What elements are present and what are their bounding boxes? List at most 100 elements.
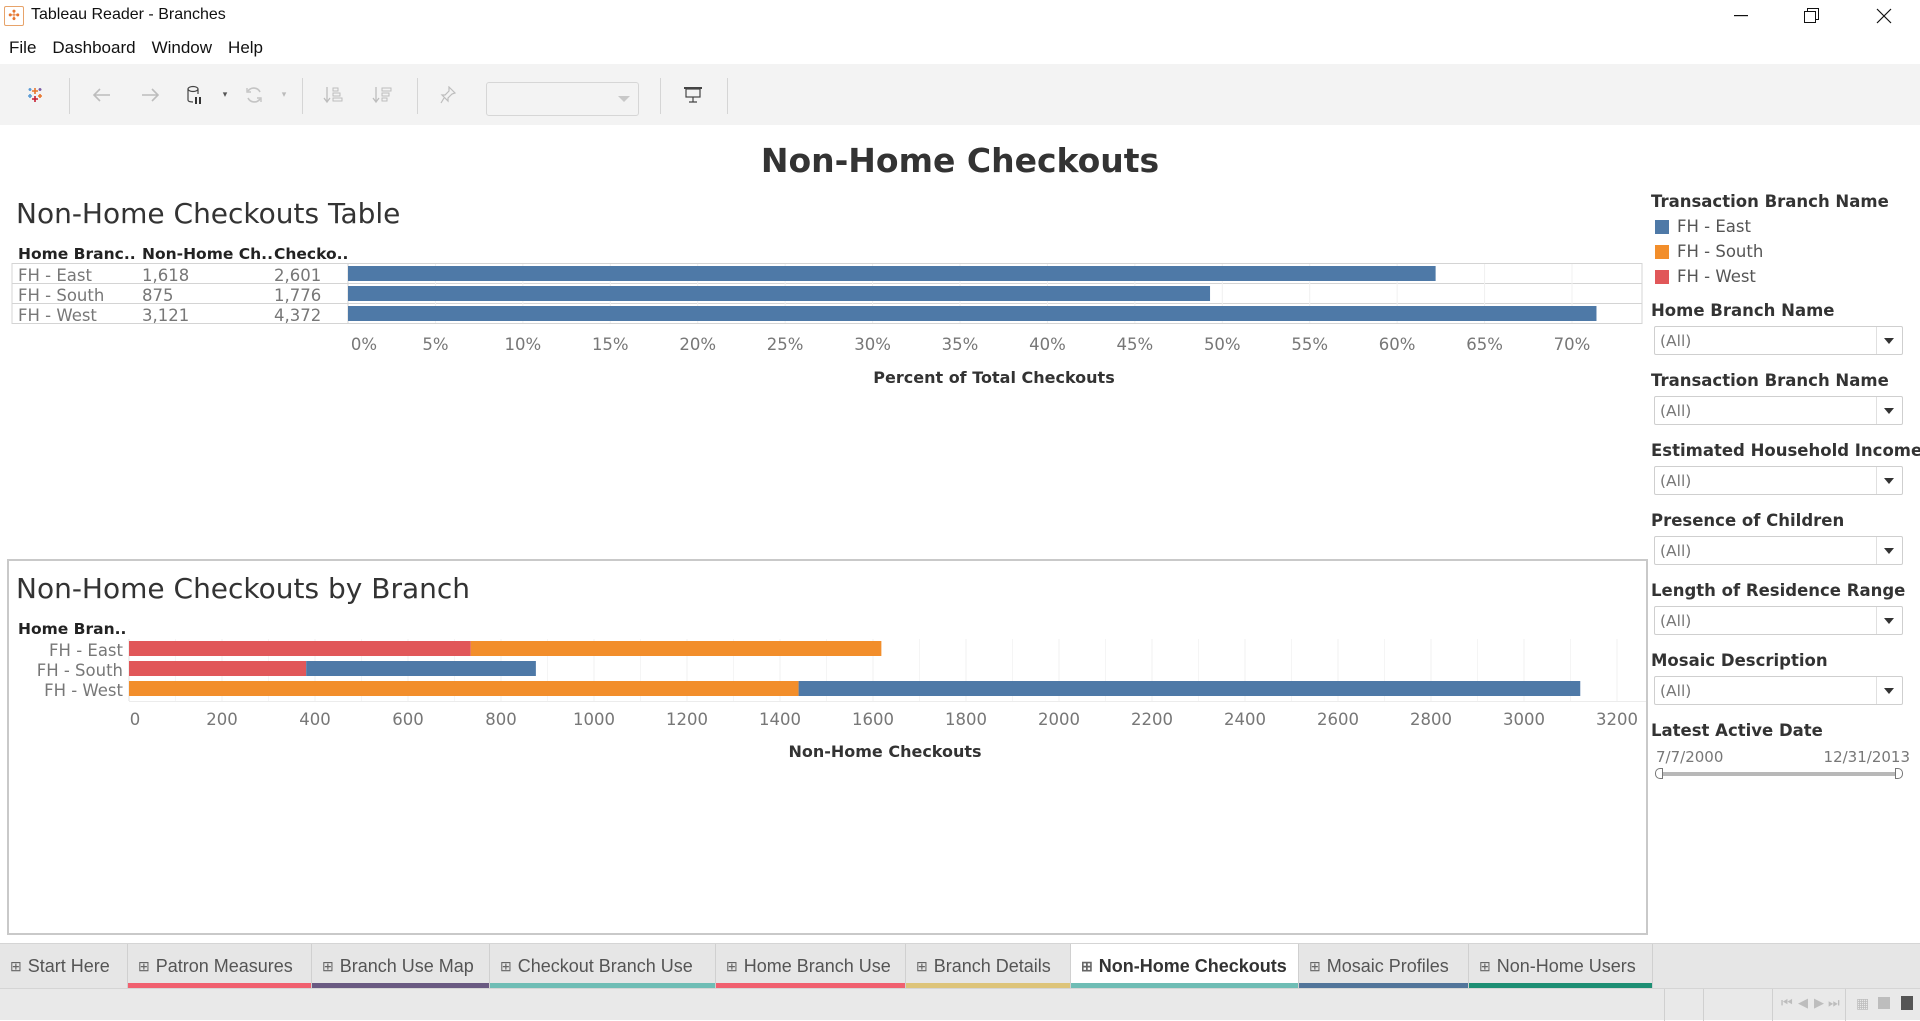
legend-label: FH - West bbox=[1677, 267, 1756, 286]
date-range-end: 12/31/2013 bbox=[1823, 748, 1910, 766]
next-sheet-icon[interactable]: ▶ bbox=[1814, 996, 1824, 1011]
legend-item-fh-west[interactable]: FH - West bbox=[1655, 267, 1756, 286]
date-range-slider-track[interactable] bbox=[1658, 772, 1900, 776]
cell-non-home[interactable]: 3,121 bbox=[142, 306, 189, 325]
sort-descending-button[interactable] bbox=[369, 80, 395, 110]
last-sheet-icon[interactable]: ⏭ bbox=[1828, 996, 1840, 1011]
x-tick-label: 2800 bbox=[1410, 710, 1452, 729]
dashboard-icon: ⊞ bbox=[916, 957, 928, 974]
cell-checkouts[interactable]: 1,776 bbox=[274, 286, 321, 305]
cell-checkouts[interactable]: 4,372 bbox=[274, 306, 321, 325]
filter-title-length-of-residence: Length of Residence Range bbox=[1651, 581, 1906, 600]
legend-label: FH - South bbox=[1677, 242, 1764, 261]
legend-item-fh-east[interactable]: FH - East bbox=[1655, 217, 1751, 236]
filter-mosaic-description-dropdown[interactable]: (All) bbox=[1654, 676, 1903, 705]
legend-title: Transaction Branch Name bbox=[1651, 192, 1889, 211]
forward-button[interactable] bbox=[136, 80, 164, 110]
menu-dashboard[interactable]: Dashboard bbox=[52, 38, 135, 58]
tab-non-home-checkouts[interactable]: ⊞ Non-Home Checkouts bbox=[1071, 944, 1299, 988]
pause-updates-button[interactable] bbox=[184, 80, 206, 110]
segment-fh-east-fh-west[interactable] bbox=[129, 641, 471, 656]
tab-non-home-users[interactable]: ⊞ Non-Home Users bbox=[1469, 944, 1653, 988]
restore-button[interactable] bbox=[1779, 0, 1845, 32]
first-sheet-icon[interactable]: ⏮ bbox=[1781, 996, 1793, 1011]
back-button[interactable] bbox=[88, 80, 116, 110]
chevron-down-icon bbox=[1884, 408, 1894, 414]
x-tick-label: 3200 bbox=[1596, 710, 1638, 729]
close-button[interactable] bbox=[1851, 0, 1917, 32]
tab-checkout-branch-use[interactable]: ⊞ Checkout Branch Use bbox=[490, 944, 716, 988]
tab-label: Mosaic Profiles bbox=[1326, 955, 1449, 976]
x-tick-label: 600 bbox=[392, 710, 424, 729]
title-bar: ✣ Tableau Reader - Branches bbox=[0, 0, 1920, 32]
menu-file[interactable]: File bbox=[9, 38, 36, 58]
tab-start-here[interactable]: ⊞ Start Here bbox=[0, 944, 128, 988]
segment-fh-south-fh-east[interactable] bbox=[306, 661, 536, 676]
refresh-button[interactable] bbox=[242, 80, 266, 110]
x-tick-label: 70% bbox=[1553, 335, 1591, 354]
bar-fh-west[interactable] bbox=[348, 306, 1597, 321]
chevron-down-icon bbox=[1884, 338, 1894, 344]
cell-branch[interactable]: FH - East bbox=[18, 266, 92, 285]
date-range-start-handle[interactable] bbox=[1655, 768, 1663, 779]
legend-label: FH - East bbox=[1677, 217, 1751, 236]
cell-branch[interactable]: FH - West bbox=[18, 306, 97, 325]
chevron-down-icon bbox=[1884, 548, 1894, 554]
tabs-view-icon[interactable] bbox=[1901, 996, 1913, 1010]
chevron-down-icon bbox=[1884, 618, 1894, 624]
sheet-tabs: ⊞ Start Here ⊞ Patron Measures ⊞ Branch Use M… bbox=[0, 943, 1920, 988]
tableau-logo-button[interactable] bbox=[20, 80, 50, 110]
minimize-button[interactable] bbox=[1708, 0, 1774, 32]
presentation-mode-button[interactable] bbox=[680, 80, 706, 110]
cell-non-home[interactable]: 1,618 bbox=[142, 266, 189, 285]
dropdown-value: (All) bbox=[1660, 472, 1692, 490]
x-tick-label: 2400 bbox=[1224, 710, 1266, 729]
bar-fh-south[interactable] bbox=[348, 286, 1211, 301]
column-header-non-home-checkouts[interactable]: Non-Home Ch.. bbox=[142, 245, 273, 263]
segment-fh-south-fh-west[interactable] bbox=[129, 661, 307, 676]
tab-branch-details[interactable]: ⊞ Branch Details bbox=[906, 944, 1071, 988]
cell-checkouts[interactable]: 2,601 bbox=[274, 266, 321, 285]
menu-help[interactable]: Help bbox=[228, 38, 263, 58]
date-range-start: 7/7/2000 bbox=[1656, 748, 1724, 766]
filter-title-household-income: Estimated Household Income bbox=[1651, 441, 1920, 460]
tab-label: Checkout Branch Use bbox=[517, 955, 693, 976]
segment-fh-east-fh-south[interactable] bbox=[470, 641, 882, 656]
toolbar-dropdown[interactable] bbox=[486, 82, 639, 116]
dropdown-value: (All) bbox=[1660, 332, 1692, 350]
segment-fh-west-fh-south[interactable] bbox=[129, 681, 799, 696]
filter-presence-of-children-dropdown[interactable]: (All) bbox=[1654, 536, 1903, 565]
previous-sheet-icon[interactable]: ◀ bbox=[1798, 996, 1808, 1011]
sheet-sorter-icon[interactable]: ▦ bbox=[1856, 996, 1869, 1012]
tab-mosaic-profiles[interactable]: ⊞ Mosaic Profiles bbox=[1299, 944, 1469, 988]
column-header-checkouts[interactable]: Checko.. bbox=[274, 245, 348, 263]
bar-fh-east[interactable] bbox=[348, 266, 1436, 281]
filter-household-income-dropdown[interactable]: (All) bbox=[1654, 466, 1903, 495]
filter-home-branch-dropdown[interactable]: (All) bbox=[1654, 326, 1903, 355]
dropdown-value: (All) bbox=[1660, 682, 1692, 700]
sort-descending-icon bbox=[372, 87, 392, 104]
x-tick-label: 1800 bbox=[945, 710, 987, 729]
tab-patron-measures[interactable]: ⊞ Patron Measures bbox=[128, 944, 312, 988]
cell-branch[interactable]: FH - South bbox=[18, 286, 104, 305]
tab-branch-use-map[interactable]: ⊞ Branch Use Map bbox=[312, 944, 490, 988]
cell-non-home[interactable]: 875 bbox=[142, 286, 174, 305]
filmstrip-icon[interactable] bbox=[1878, 997, 1890, 1009]
column-header-home-branch[interactable]: Home Branc.. bbox=[18, 245, 136, 263]
tab-home-branch-use[interactable]: ⊞ Home Branch Use bbox=[716, 944, 906, 988]
chevron-down-icon bbox=[1884, 688, 1894, 694]
filter-length-of-residence-dropdown[interactable]: (All) bbox=[1654, 606, 1903, 635]
x-tick-label: 1000 bbox=[573, 710, 615, 729]
tab-label: Branch Details bbox=[933, 955, 1051, 976]
x-tick-label: 1200 bbox=[666, 710, 708, 729]
refresh-dropdown[interactable]: ▾ bbox=[277, 80, 291, 110]
sort-ascending-button[interactable] bbox=[320, 80, 346, 110]
pause-updates-dropdown[interactable]: ▾ bbox=[218, 80, 232, 110]
filter-transaction-branch-dropdown[interactable]: (All) bbox=[1654, 396, 1903, 425]
date-range-end-handle[interactable] bbox=[1895, 768, 1903, 779]
menu-bar: File Dashboard Window Help bbox=[0, 32, 1920, 64]
legend-item-fh-south[interactable]: FH - South bbox=[1655, 242, 1763, 261]
menu-window[interactable]: Window bbox=[152, 38, 212, 58]
pin-button[interactable] bbox=[436, 80, 460, 110]
segment-fh-west-fh-east[interactable] bbox=[798, 681, 1581, 696]
